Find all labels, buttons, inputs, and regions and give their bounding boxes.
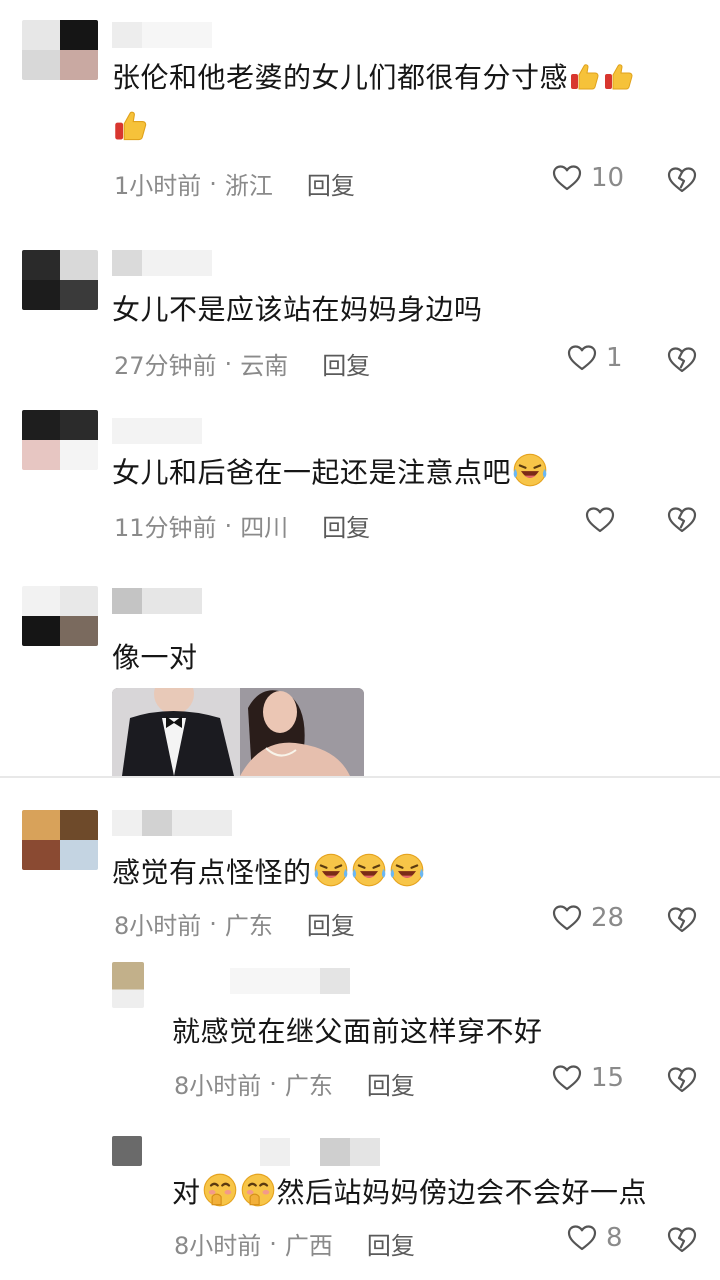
like-count: 1 (606, 343, 623, 373)
like-button[interactable]: 10 (551, 162, 624, 194)
meta-separator: · (269, 1069, 277, 1098)
avatar[interactable] (22, 586, 98, 646)
avatar[interactable] (22, 410, 98, 470)
comment-text-content: 女儿不是应该站在妈妈身边吗 (112, 293, 483, 326)
giggle-emoji (240, 1172, 276, 1208)
comment-text: 张伦和他老婆的女儿们都很有分寸感 (112, 58, 636, 98)
username-mosaic[interactable] (112, 22, 212, 48)
comment-text: 对 然后站妈妈傍边会不会好一点 (172, 1172, 647, 1213)
thumbs-up-emoji (569, 61, 601, 93)
meta-separator: · (224, 349, 233, 378)
reply-button[interactable]: 回复 (367, 1066, 415, 1101)
heart-outline-icon (584, 504, 616, 536)
like-count: 10 (591, 163, 625, 193)
meta-separator: · (224, 511, 233, 540)
like-count: 15 (591, 1063, 625, 1093)
reply-button[interactable]: 回复 (367, 1226, 415, 1261)
broken-heart-icon[interactable] (666, 504, 698, 536)
comment-location: 四川 (240, 514, 289, 542)
thumbs-up-emoji (603, 61, 635, 93)
comment-meta: 11分钟前 · 四川 回复 (114, 508, 370, 543)
reply-button[interactable]: 回复 (307, 166, 355, 201)
comment-time: 11分钟前 (114, 514, 217, 542)
comment-location: 广东 (224, 912, 273, 940)
like-count: 28 (591, 903, 625, 933)
broken-heart-icon[interactable] (666, 904, 698, 936)
meta-separator: · (269, 1229, 277, 1258)
heart-outline-icon (551, 902, 583, 934)
heart-outline-icon (551, 162, 583, 194)
username-mosaic[interactable] (112, 810, 232, 836)
broken-heart-icon[interactable] (666, 1064, 698, 1096)
like-button[interactable]: 1 (566, 342, 623, 374)
heart-outline-icon (566, 1222, 598, 1254)
like-button[interactable]: 15 (551, 1062, 624, 1094)
reply-button[interactable]: 回复 (307, 906, 355, 941)
comment-text-content: 就感觉在继父面前这样穿不好 (172, 1015, 543, 1048)
broken-heart-icon[interactable] (666, 164, 698, 196)
giggle-emoji (202, 1172, 238, 1208)
avatar[interactable] (22, 20, 98, 80)
thumbs-up-emoji (113, 108, 149, 144)
section-divider (0, 776, 720, 778)
comment-text: 感觉有点怪怪的 (112, 852, 426, 893)
meta-separator: · (209, 169, 217, 198)
avatar[interactable] (112, 1136, 142, 1166)
laughing-crying-emoji (389, 852, 425, 888)
comment-text: 女儿和后爸在一起还是注意点吧 (112, 452, 549, 493)
photo-content (112, 688, 364, 776)
laughing-crying-emoji (351, 852, 387, 888)
like-button[interactable]: 28 (551, 902, 624, 934)
broken-heart-icon[interactable] (666, 1224, 698, 1256)
comment-time: 1小时前 (114, 172, 202, 200)
username-mosaic[interactable] (112, 250, 212, 276)
comment-text-content: 像一对 (112, 641, 198, 674)
comment-text-post: 然后站妈妈傍边会不会好一点 (276, 1176, 648, 1209)
comment-text: 女儿不是应该站在妈妈身边吗 (112, 290, 483, 330)
comment-meta: 8小时前 · 广西 回复 (174, 1226, 415, 1261)
comment-meta: 27分钟前 · 云南 回复 (114, 346, 370, 381)
reply-button[interactable]: 回复 (322, 346, 370, 381)
username-mosaic[interactable] (112, 418, 202, 444)
laughing-crying-emoji (512, 452, 548, 488)
meta-separator: · (209, 909, 217, 938)
comment-time: 27分钟前 (114, 352, 217, 380)
comment-location: 浙江 (224, 172, 273, 200)
avatar[interactable] (22, 810, 98, 870)
laughing-crying-emoji (313, 852, 349, 888)
comment-location: 云南 (240, 352, 289, 380)
comment-time: 8小时前 (174, 1232, 262, 1260)
username-mosaic[interactable] (230, 968, 350, 994)
comment-location: 广西 (284, 1232, 333, 1260)
avatar[interactable] (22, 250, 98, 310)
comment-meta: 1小时前 · 浙江 回复 (114, 166, 355, 201)
heart-outline-icon (566, 342, 598, 374)
reply-button[interactable]: 回复 (322, 508, 370, 543)
broken-heart-icon[interactable] (666, 344, 698, 376)
comment-text-content: 张伦和他老婆的女儿们都很有分寸感 (112, 61, 569, 94)
comment-text: 就感觉在继父面前这样穿不好 (172, 1012, 543, 1052)
comment-text: 像一对 (112, 638, 198, 678)
comment-time: 8小时前 (114, 912, 202, 940)
like-button[interactable] (584, 504, 624, 536)
comment-text-content: 女儿和后爸在一起还是注意点吧 (112, 456, 512, 489)
comment-meta: 8小时前 · 广东 回复 (114, 906, 355, 941)
comment-photo[interactable] (112, 688, 364, 776)
username-mosaic[interactable] (112, 588, 202, 614)
comment-location: 广东 (284, 1072, 333, 1100)
comment-meta: 8小时前 · 广东 回复 (174, 1066, 415, 1101)
like-button[interactable]: 8 (566, 1222, 623, 1254)
like-count: 8 (606, 1223, 623, 1253)
comment-text-line2 (112, 108, 150, 149)
avatar[interactable] (112, 962, 144, 1008)
comment-text-content: 感觉有点怪怪的 (112, 856, 312, 889)
username-mosaic[interactable] (260, 1138, 380, 1166)
heart-outline-icon (551, 1062, 583, 1094)
comment-text-pre: 对 (172, 1176, 201, 1209)
comment-time: 8小时前 (174, 1072, 262, 1100)
